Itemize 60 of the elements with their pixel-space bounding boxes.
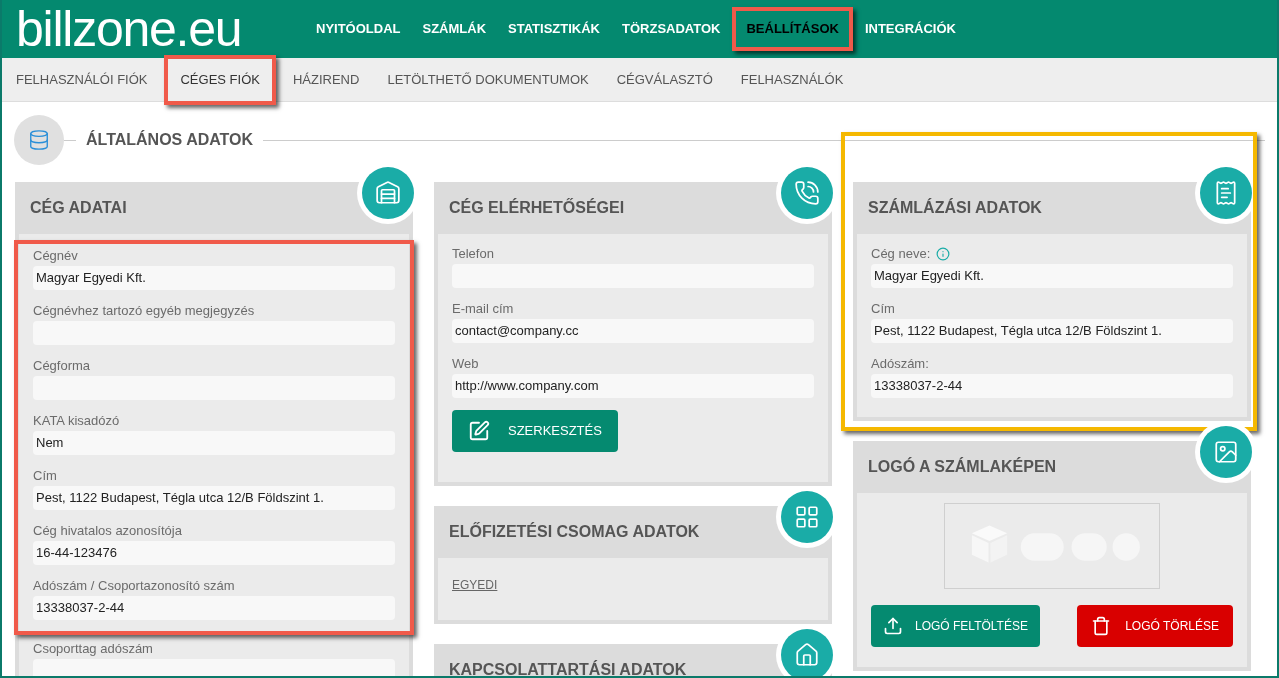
image-icon [1213, 439, 1239, 465]
sub-nav-tab[interactable]: CÉGES FIÓK [164, 54, 276, 105]
nav-tab[interactable]: TÖRZSADATOK [612, 7, 731, 51]
field-label: Cég hivatalos azonosítója [33, 522, 182, 541]
house-icon [794, 642, 820, 668]
card-title: LOGÓ A SZÁMLAKÉPEN [868, 456, 1057, 477]
upload-icon [883, 616, 903, 636]
nav-tab[interactable]: SZÁMLÁK [412, 7, 497, 51]
sub-nav-tab[interactable]: HÁZIREND [280, 54, 372, 105]
database-icon [28, 129, 50, 151]
field-label: Cég neve: [871, 245, 931, 264]
input-field[interactable]: http://www.company.com [452, 374, 814, 398]
input-field[interactable]: Pest, 1122 Budapest, Tégla utca 12/B Földszint 1. [33, 486, 395, 510]
field-label: Web [452, 355, 479, 374]
sub-nav-tab[interactable]: FELHASZNÁLÓK [728, 54, 856, 105]
field-label: Telefon [452, 245, 494, 264]
info-icon[interactable] [936, 247, 951, 261]
field-label: Cégnévhez tartozó egyéb megjegyzés [33, 302, 255, 321]
receipt-icon [1213, 180, 1239, 206]
input-field[interactable]: Pest, 1122 Budapest, Tégla utca 12/B Földszint 1. [871, 319, 1233, 343]
input-field[interactable]: Magyar Egyedi Kft. [33, 266, 395, 290]
field-label: KATA kisadózó [33, 412, 120, 431]
phone-icon [794, 180, 820, 206]
card-title: ELŐFIZETÉSI CSOMAG ADATOK [449, 521, 700, 542]
field-label: Cégnév [33, 247, 78, 266]
input-field[interactable]: 13338037-2-44 [33, 596, 395, 620]
package-link[interactable]: EGYEDI [452, 578, 498, 592]
field-label: Adószám: [871, 355, 929, 374]
edit-icon [468, 420, 490, 442]
delete-button[interactable]: LOGÓ TÖRLÉSE [1077, 605, 1233, 647]
input-field[interactable]: Nem [33, 431, 395, 455]
card-title: SZÁMLÁZÁSI ADATOK [868, 197, 1042, 218]
card-title: KAPCSOLATTARTÁSI ADATOK [449, 659, 687, 676]
field-label: Csoporttag adószám [33, 640, 153, 659]
brand-logo[interactable]: billzone.eu [16, 4, 306, 54]
field-label: Cégforma [33, 357, 91, 376]
card-title: CÉG ADATAI [30, 197, 127, 218]
trash-icon [1091, 616, 1112, 636]
nav-tab[interactable]: STATISZTIKÁK [498, 7, 610, 51]
grid-icon [794, 504, 820, 530]
field-label: E-mail cím [452, 300, 514, 319]
sub-nav-tab[interactable]: LETÖLTHETŐ DOKUMENTUMOK [375, 54, 601, 105]
input-field[interactable]: Magyar Egyedi Kft. [871, 264, 1233, 288]
nav-tab[interactable]: INTEGRÁCIÓK [854, 7, 966, 51]
nav-tab[interactable]: NYITÓOLDAL [306, 7, 411, 51]
input-field[interactable]: 13338037-2-44 [871, 374, 1233, 398]
section-title: ÁLTALÁNOS ADATOK [85, 129, 255, 150]
sub-nav-tab[interactable]: CÉGVÁLASZTÓ [604, 54, 725, 105]
field-label: Adószám / Csoportazonosító szám [33, 577, 235, 596]
nav-tab[interactable]: BEÁLLÍTÁSOK [732, 7, 853, 51]
input-field[interactable] [33, 659, 395, 676]
sub-nav-tab[interactable]: FELHASZNÁLÓI FIÓK [4, 54, 160, 105]
upload-button[interactable]: LOGÓ FELTÖLTÉSE [871, 605, 1040, 647]
field-label: Cím [33, 467, 57, 486]
card-title: CÉG ELÉRHETŐSÉGEI [449, 197, 625, 218]
input-field[interactable]: contact@company.cc [452, 319, 814, 343]
edit-button[interactable]: SZERKESZTÉS [452, 410, 618, 452]
field-label: Cím [871, 300, 895, 319]
input-field[interactable]: 16-44-123476 [33, 541, 395, 565]
warehouse-icon [375, 180, 401, 206]
